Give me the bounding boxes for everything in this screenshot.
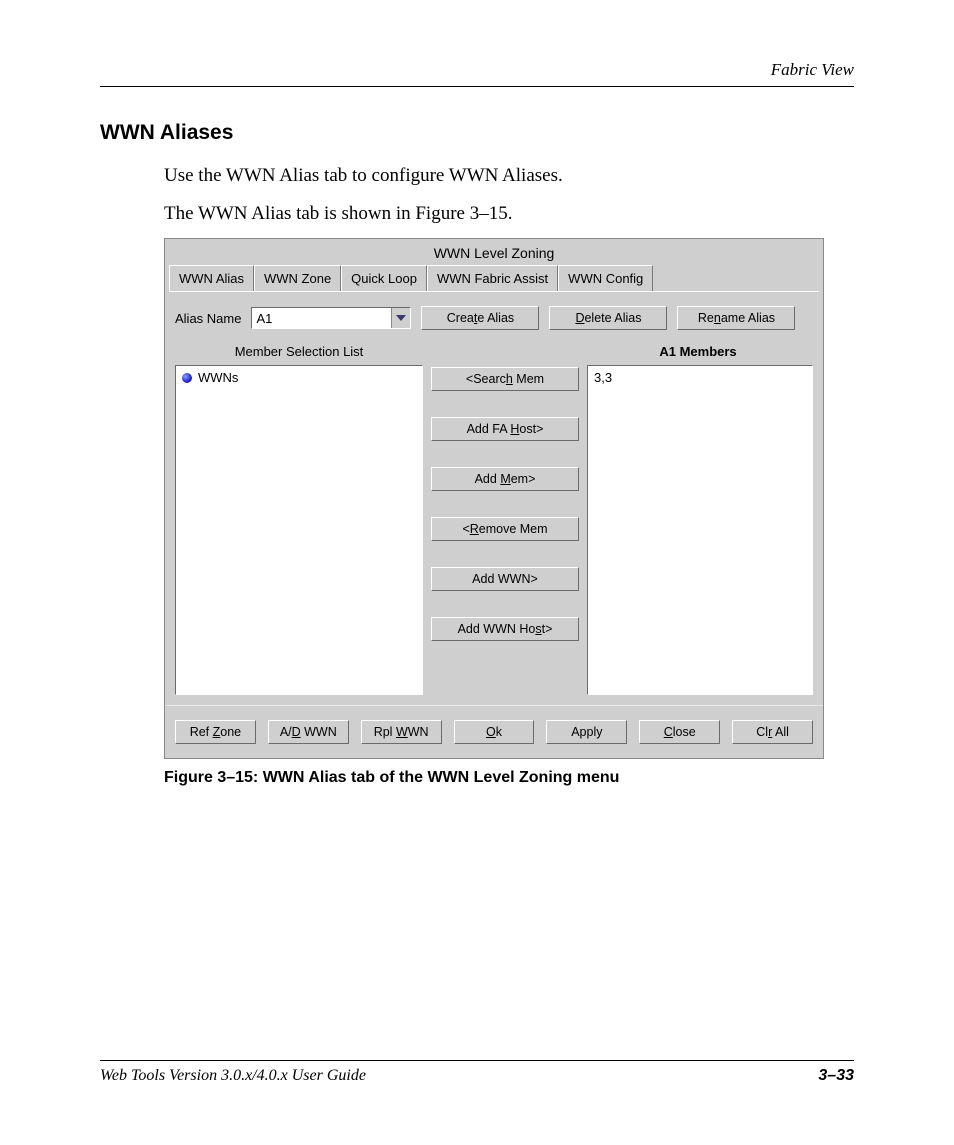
ok-button[interactable]: Ok [454,720,535,744]
chevron-down-icon [396,315,406,321]
rpl-wwn-button[interactable]: Rpl WWN [361,720,442,744]
member-selection-header: Member Selection List [175,344,423,359]
tab-quick-loop[interactable]: Quick Loop [341,265,427,291]
lists-row: WWNs <Search Mem Add FA Host> Add Mem> <… [165,365,823,705]
ad-wwn-button[interactable]: A/D WWN [268,720,349,744]
remove-mem-button[interactable]: <Remove Mem [431,517,579,541]
tree-item-wwns[interactable]: WWNs [182,370,416,385]
figure-caption: Figure 3–15: WWN Alias tab of the WWN Le… [164,769,854,787]
apply-button[interactable]: Apply [546,720,627,744]
alias-name-value[interactable]: A1 [252,308,391,328]
tab-bar: WWN Alias WWN Zone Quick Loop WWN Fabric… [165,265,823,291]
footer-title: Web Tools Version 3.0.x/4.0.x User Guide [100,1067,366,1085]
tab-wwn-config[interactable]: WWN Config [558,265,653,291]
members-header: A1 Members [583,344,813,359]
bottom-button-row: Ref Zone A/D WWN Rpl WWN Ok Apply Close … [165,705,823,758]
create-alias-button[interactable]: Create Alias [421,306,539,330]
list-item[interactable]: 3,3 [594,370,806,385]
add-fa-host-button[interactable]: Add FA Host> [431,417,579,441]
rename-alias-button[interactable]: Rename Alias [677,306,795,330]
ref-zone-button[interactable]: Ref Zone [175,720,256,744]
figure-screenshot: WWN Level Zoning WWN Alias WWN Zone Quic… [164,238,824,759]
section-heading: WWN Aliases [100,121,854,145]
alias-row: Alias Name A1 Create Alias Delete Alias … [165,292,823,340]
page-footer: Web Tools Version 3.0.x/4.0.x User Guide… [100,1060,854,1085]
zoning-dialog: WWN Level Zoning WWN Alias WWN Zone Quic… [164,238,824,759]
search-mem-button[interactable]: <Search Mem [431,367,579,391]
tree-item-label: WWNs [198,370,238,385]
alias-name-label: Alias Name [175,311,241,326]
running-header: Fabric View [100,60,854,87]
body-paragraph-1: Use the WWN Alias tab to configure WWN A… [164,163,854,189]
alias-name-combo[interactable]: A1 [251,307,411,329]
tab-wwn-alias[interactable]: WWN Alias [169,265,254,291]
node-icon [182,373,192,383]
center-button-column: <Search Mem Add FA Host> Add Mem> <Remov… [431,365,579,695]
add-wwn-host-button[interactable]: Add WWN Host> [431,617,579,641]
list-headers: Member Selection List A1 Members [165,340,823,365]
dialog-title: WWN Level Zoning [165,239,823,265]
member-selection-list[interactable]: WWNs [175,365,423,695]
add-wwn-button[interactable]: Add WWN> [431,567,579,591]
add-mem-button[interactable]: Add Mem> [431,467,579,491]
close-button[interactable]: Close [639,720,720,744]
tab-wwn-zone[interactable]: WWN Zone [254,265,341,291]
clr-all-button[interactable]: Clr All [732,720,813,744]
alias-name-dropdown-button[interactable] [391,308,410,328]
members-list[interactable]: 3,3 [587,365,813,695]
tab-wwn-fabric-assist[interactable]: WWN Fabric Assist [427,265,558,291]
footer-page-number: 3–33 [818,1067,854,1085]
body-paragraph-2: The WWN Alias tab is shown in Figure 3–1… [164,201,854,227]
delete-alias-button[interactable]: Delete Alias [549,306,667,330]
